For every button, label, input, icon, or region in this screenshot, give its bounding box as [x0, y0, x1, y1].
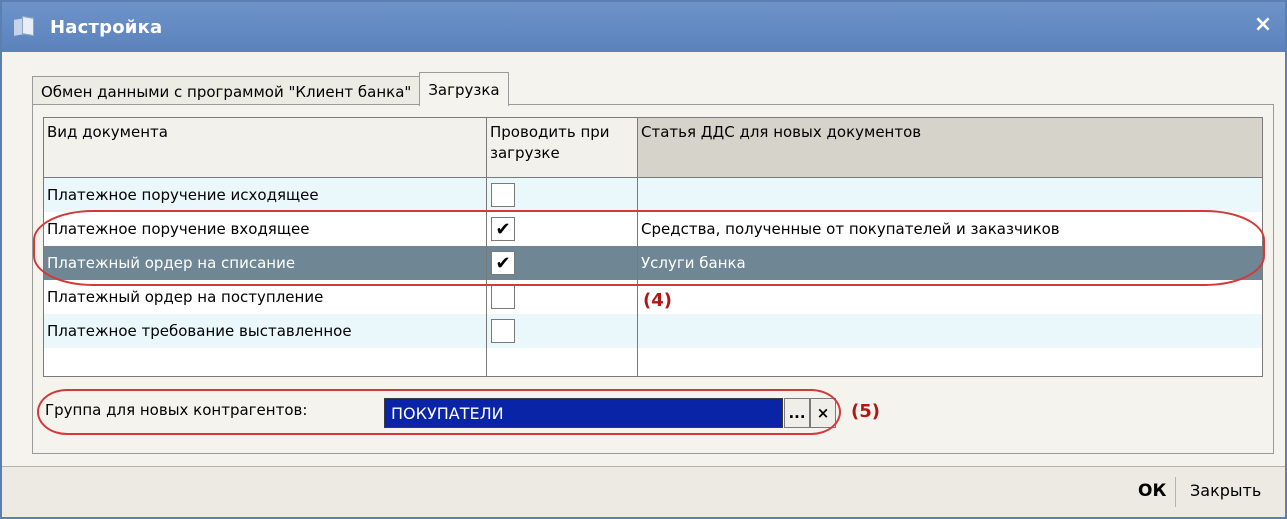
- settings-window: Настройка × Обмен данными с программой "…: [0, 0, 1287, 519]
- annotation-label-rows: (4): [643, 290, 672, 311]
- app-icon: [14, 15, 40, 39]
- table-row[interactable]: Платежное требование выставленное: [44, 314, 1262, 348]
- column-header-post-on-import[interactable]: Проводить при загрузке: [487, 118, 638, 178]
- annotation-oval-rows: [33, 210, 1265, 286]
- column-header-cash-flow-article[interactable]: Статья ДДС для новых документов: [638, 118, 1262, 178]
- annotation-label-field: (5): [851, 401, 880, 422]
- post-checkbox[interactable]: [491, 183, 515, 207]
- article-cell[interactable]: [638, 314, 1262, 348]
- tab-import[interactable]: Загрузка: [419, 72, 509, 106]
- table-header: Вид документа Проводить при загрузке Ста…: [44, 118, 1262, 178]
- post-checkbox[interactable]: [491, 285, 515, 309]
- doc-type-cell[interactable]: Платежное поручение исходящее: [44, 178, 487, 212]
- article-cell[interactable]: [638, 178, 1262, 212]
- doc-type-cell[interactable]: Платежное требование выставленное: [44, 314, 487, 348]
- footer-separator: [1175, 477, 1176, 507]
- window-title: Настройка: [50, 16, 163, 38]
- post-checkbox-cell: [487, 178, 638, 212]
- table-empty-area: [44, 348, 1262, 376]
- post-checkbox[interactable]: [491, 319, 515, 343]
- column-header-doc-type[interactable]: Вид документа: [44, 118, 487, 178]
- tab-strip: Обмен данными с программой "Клиент банка…: [32, 72, 509, 106]
- annotation-oval-field: [37, 389, 841, 435]
- close-button[interactable]: Закрыть: [1184, 479, 1267, 502]
- tab-bank-client-exchange[interactable]: Обмен данными с программой "Клиент банка…: [32, 76, 421, 106]
- post-checkbox-cell: [487, 314, 638, 348]
- table-row[interactable]: Платежное поручение исходящее: [44, 178, 1262, 212]
- tab-panel-import: Вид документа Проводить при загрузке Ста…: [32, 104, 1274, 454]
- title-bar[interactable]: Настройка ×: [2, 2, 1285, 52]
- ok-button[interactable]: ОК: [1130, 479, 1174, 503]
- dialog-footer: ОК Закрыть: [2, 466, 1285, 517]
- close-window-icon[interactable]: ×: [1251, 13, 1275, 37]
